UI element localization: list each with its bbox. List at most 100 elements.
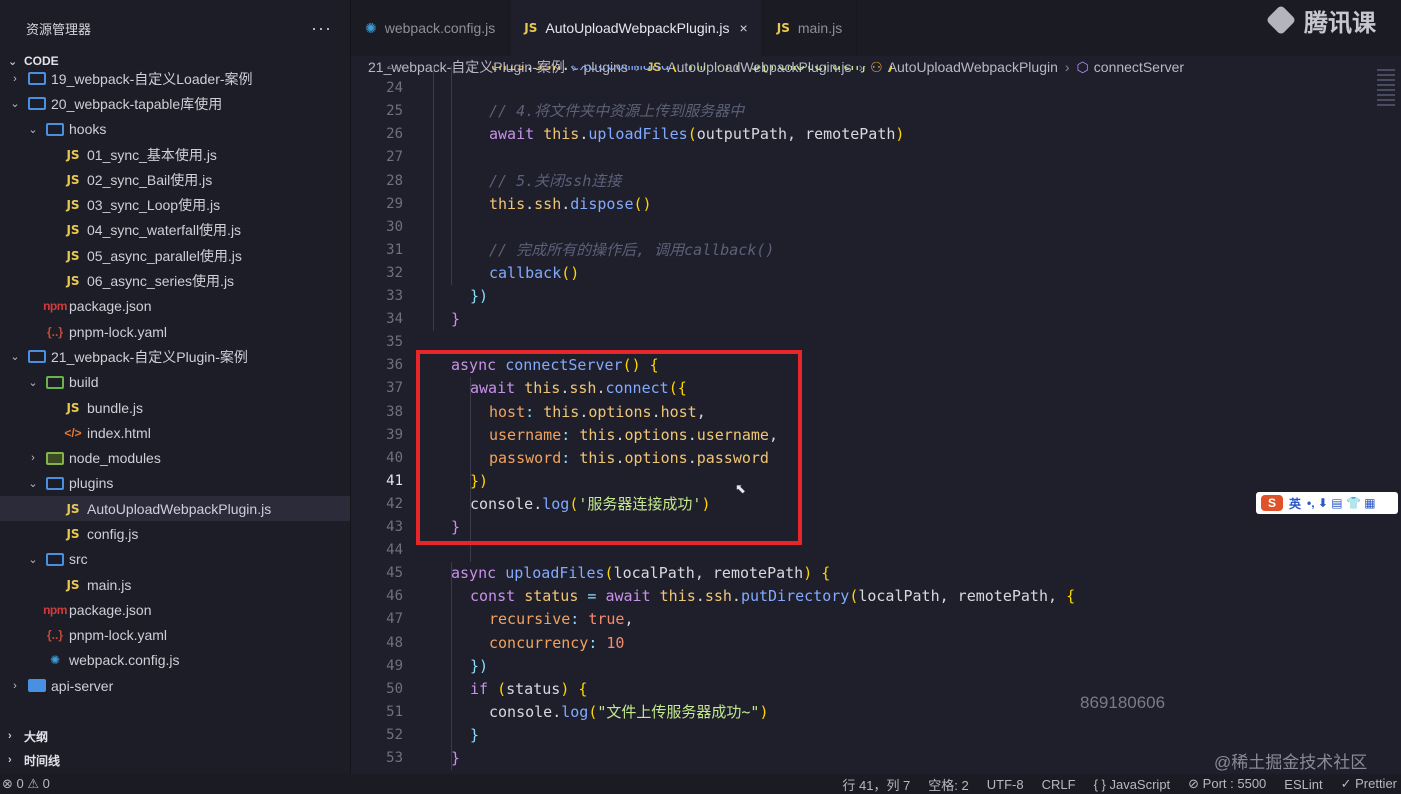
js-icon: JS bbox=[524, 21, 538, 35]
prettier-status[interactable]: ✓ Prettier bbox=[1341, 776, 1397, 792]
chevron-down-icon: ⌄ bbox=[28, 477, 38, 490]
tree-item-label: node_modules bbox=[69, 450, 161, 467]
tab-main-js[interactable]: JS main.js bbox=[763, 0, 858, 56]
code-token: dispose bbox=[570, 194, 634, 213]
code-token: : bbox=[570, 610, 589, 629]
code-text: }) bbox=[470, 285, 488, 308]
code-token: . bbox=[731, 587, 741, 606]
tree-file[interactable]: ✺ webpack.config.js bbox=[0, 648, 350, 673]
code-token: ) { bbox=[560, 679, 588, 698]
code-token: , bbox=[768, 425, 778, 444]
tree-folder[interactable]: ⌄ plugins bbox=[0, 471, 350, 496]
live-server-port[interactable]: ⊘ Port : 5500 bbox=[1188, 776, 1266, 792]
tree-file[interactable]: JS 06_async_series使用.js bbox=[0, 268, 350, 293]
tree-file[interactable]: JS 04_sync_waterfall使用.js bbox=[0, 218, 350, 243]
tree-file[interactable]: JS AutoUploadWebpackPlugin.js bbox=[0, 496, 350, 522]
code-token: console bbox=[489, 702, 553, 721]
code-token: ssh bbox=[534, 194, 562, 213]
tree-file[interactable]: {..} pnpm-lock.yaml bbox=[0, 319, 350, 344]
code-token: status bbox=[506, 679, 561, 698]
explorer-sidebar: 资源管理器 ··· ⌄ CODE › 19_webpack-自定义Loader-案… bbox=[0, 0, 351, 774]
ime-toolbar[interactable]: S 英 •, ⬇ ▤ 👕 ▦ bbox=[1256, 492, 1398, 514]
problems-indicator[interactable]: ⊗ 0 ⚠ 0 bbox=[2, 776, 50, 792]
line-number: 32 bbox=[386, 264, 403, 281]
code-token: ) { bbox=[803, 564, 831, 583]
code-text: password: this.options.password bbox=[489, 447, 769, 470]
tree-file[interactable]: JS 03_sync_Loop使用.js bbox=[0, 192, 350, 217]
indentation[interactable]: 空格: 2 bbox=[928, 775, 968, 794]
brand-text: 腾讯课 bbox=[1304, 9, 1376, 37]
tree-file[interactable]: {..} pnpm-lock.yaml bbox=[0, 623, 350, 648]
ime-language[interactable]: 英 bbox=[1289, 495, 1301, 512]
tree-file[interactable]: </> index.html bbox=[0, 420, 350, 445]
js-file-icon: JS bbox=[66, 526, 80, 541]
tree-file[interactable]: npm package.json bbox=[0, 597, 350, 622]
tree-folder[interactable]: › node_modules bbox=[0, 445, 350, 470]
language-mode[interactable]: { } JavaScript bbox=[1094, 777, 1171, 792]
tab-label: main.js bbox=[797, 20, 843, 36]
tree-folder[interactable]: › api-server bbox=[0, 673, 350, 698]
tree-file[interactable]: JS 05_async_parallel使用.js bbox=[0, 243, 350, 268]
editor-tabs: ✺ webpack.config.js JS AutoUploadWebpack… bbox=[351, 0, 1401, 56]
code-token: connectServer bbox=[505, 356, 623, 375]
code-token: this bbox=[543, 125, 580, 144]
ime-tool-icons[interactable]: •, ⬇ ▤ 👕 ▦ bbox=[1307, 496, 1376, 510]
code-text: } bbox=[451, 747, 460, 770]
code-token: ) bbox=[895, 125, 905, 144]
encoding[interactable]: UTF-8 bbox=[987, 777, 1024, 792]
minimap[interactable] bbox=[1371, 66, 1401, 146]
code-token: callback bbox=[489, 263, 562, 282]
code-token: ( bbox=[670, 66, 679, 74]
tree-file[interactable]: JS 02_sync_Bail使用.js bbox=[0, 167, 350, 192]
sogou-logo-icon: S bbox=[1261, 495, 1283, 511]
tree-file[interactable]: JS bundle.js bbox=[0, 395, 350, 420]
code-token: this bbox=[489, 194, 526, 213]
more-actions-icon[interactable]: ··· bbox=[311, 18, 332, 39]
code-token: } bbox=[451, 749, 461, 767]
cursor-position[interactable]: 行 41，列 7 bbox=[842, 775, 910, 794]
tree-item-label: pnpm-lock.yaml bbox=[69, 627, 168, 644]
tree-file[interactable]: JS main.js bbox=[0, 572, 350, 597]
tree-folder[interactable]: ⌄ hooks bbox=[0, 117, 350, 142]
line-number: 38 bbox=[386, 403, 403, 420]
brand-watermark: 腾讯课 bbox=[1265, 0, 1401, 40]
code-token: ( bbox=[849, 587, 859, 606]
code-token: = bbox=[587, 587, 606, 606]
tree-folder[interactable]: ⌄ src bbox=[0, 547, 350, 572]
tree-folder[interactable]: ⌄ build bbox=[0, 370, 350, 395]
code-token: "文件上传服务器成功~" bbox=[597, 702, 760, 721]
tree-item-label: plugins bbox=[69, 475, 114, 492]
code-token: . bbox=[533, 494, 543, 513]
eslint-status[interactable]: ESLint bbox=[1284, 777, 1322, 792]
tree-file[interactable]: JS 01_sync_基本使用.js bbox=[0, 142, 350, 167]
code-token: }) bbox=[470, 471, 489, 490]
chevron-down-icon: ⌄ bbox=[28, 123, 38, 136]
code-token: this bbox=[543, 402, 580, 421]
tree-folder[interactable]: ⌄ 21_webpack-自定义Plugin-案例 bbox=[0, 344, 350, 369]
code-editor[interactable]: 23this.ssh.execCommand(`rm -rf ${remoteP… bbox=[351, 66, 1371, 774]
timeline-section-header[interactable]: › 时间线 bbox=[0, 748, 350, 772]
tree-item-label: webpack.config.js bbox=[69, 652, 180, 669]
tree-folder[interactable]: › 19_webpack-自定义Loader-案例 bbox=[0, 66, 350, 91]
line-ending[interactable]: CRLF bbox=[1042, 777, 1076, 792]
tree-file[interactable]: npm package.json bbox=[0, 294, 350, 319]
tree-file[interactable]: JS config.js bbox=[0, 521, 350, 546]
timeline-label: 时间线 bbox=[24, 753, 61, 768]
tab-auto-upload-plugin[interactable]: JS AutoUploadWebpackPlugin.js × bbox=[510, 0, 763, 56]
code-token: . bbox=[695, 587, 705, 606]
indent-guide bbox=[433, 66, 434, 332]
code-text: console.log('服务器连接成功') bbox=[470, 493, 710, 516]
code-token: : bbox=[561, 448, 580, 467]
code-token: status bbox=[524, 587, 588, 606]
code-token: outputPath, remotePath bbox=[696, 125, 896, 144]
tab-webpack-config[interactable]: ✺ webpack.config.js bbox=[351, 0, 511, 56]
tree-folder[interactable]: ⌄ 20_webpack-tapable库使用 bbox=[0, 91, 350, 116]
code-token: } bbox=[451, 518, 461, 536]
line-number: 27 bbox=[386, 149, 403, 166]
chevron-down-icon: ⌄ bbox=[28, 376, 38, 389]
outline-section-header[interactable]: › 大纲 bbox=[0, 724, 350, 748]
code-token: username bbox=[696, 425, 769, 444]
indent-guide bbox=[470, 377, 471, 563]
close-icon[interactable]: × bbox=[740, 20, 748, 36]
line-number: 44 bbox=[386, 542, 403, 559]
